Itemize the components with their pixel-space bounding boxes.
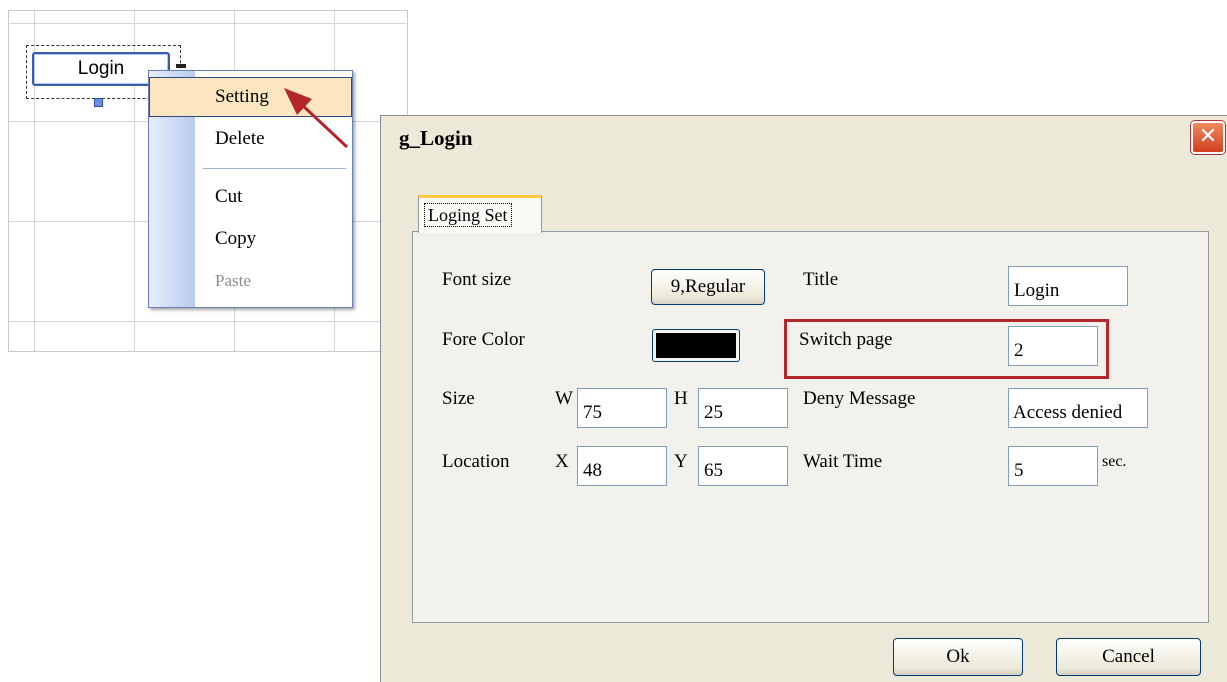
width-input[interactable]: 75: [577, 388, 667, 428]
menu-item-copy[interactable]: Copy: [149, 219, 352, 259]
y-label: Y: [674, 451, 688, 472]
cancel-button[interactable]: Cancel: [1056, 638, 1201, 676]
menu-item-delete[interactable]: Delete: [149, 119, 352, 159]
deny-message-label: Deny Message: [803, 388, 916, 409]
menu-item-cut[interactable]: Cut: [149, 177, 352, 217]
height-input[interactable]: 25: [698, 388, 788, 428]
context-menu: Setting Delete Cut Copy Paste: [148, 70, 353, 308]
resize-handle-right[interactable]: [176, 64, 186, 68]
dialog-title-bar[interactable]: g_Login ✕: [381, 116, 1227, 161]
menu-separator: [203, 168, 346, 169]
width-label: W: [555, 388, 573, 409]
deny-message-input[interactable]: Access denied: [1008, 388, 1148, 428]
menu-item-setting[interactable]: Setting: [149, 77, 352, 117]
resize-handle-bottom[interactable]: [94, 98, 103, 107]
wait-time-label: Wait Time: [803, 451, 883, 472]
title-input[interactable]: Login: [1008, 266, 1128, 306]
x-label: X: [555, 451, 569, 472]
height-label: H: [674, 388, 688, 409]
menu-item-paste: Paste: [215, 271, 251, 290]
wait-time-input[interactable]: 5: [1008, 446, 1098, 486]
switch-page-highlight: [784, 319, 1109, 379]
tab-loging-set[interactable]: Loging Set: [418, 195, 542, 233]
fore-color-swatch: [656, 333, 736, 358]
fore-color-button[interactable]: [652, 329, 740, 362]
y-input[interactable]: 65: [698, 446, 788, 486]
wait-time-unit: sec.: [1102, 453, 1127, 470]
x-input[interactable]: 48: [577, 446, 667, 486]
login-settings-dialog: g_Login ✕ Loging Set Font size 9,Regular…: [380, 115, 1227, 682]
title-label: Title: [803, 269, 839, 290]
location-label: Location: [442, 451, 510, 472]
ok-button[interactable]: Ok: [893, 638, 1023, 676]
fore-color-label: Fore Color: [442, 329, 525, 350]
size-label: Size: [442, 388, 475, 409]
font-size-button[interactable]: 9,Regular: [651, 269, 765, 305]
close-icon[interactable]: ✕: [1191, 121, 1225, 154]
tab-label: Loging Set: [424, 203, 512, 227]
dialog-title: g_Login: [399, 126, 473, 150]
font-size-label: Font size: [442, 269, 512, 290]
